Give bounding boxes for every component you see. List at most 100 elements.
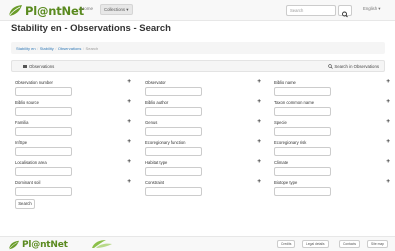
field-observator: Observator + xyxy=(145,78,261,100)
footer-plantnet-logo[interactable]: Pl@ntNet xyxy=(8,239,68,251)
search-icon xyxy=(342,11,348,18)
add-criterion-button[interactable]: + xyxy=(127,138,131,145)
footer-link-contacts[interactable]: Contacts xyxy=(339,240,361,248)
biotope-type-input[interactable] xyxy=(274,187,331,196)
familia-input[interactable] xyxy=(15,127,72,136)
infspe-input[interactable] xyxy=(15,147,72,156)
field-localisation-area: Localisation area + xyxy=(15,158,131,180)
breadcrumb-item-stability[interactable]: Stability xyxy=(40,46,54,51)
field-genus: Genus + xyxy=(145,118,261,140)
footer-link-site-map[interactable]: Site map xyxy=(367,240,389,248)
add-criterion-button[interactable]: + xyxy=(257,178,261,185)
field-label: Biblio source xyxy=(15,100,39,105)
field-label: Familia xyxy=(15,120,29,125)
field-label: Genus xyxy=(145,120,158,125)
header-search-input[interactable]: Search xyxy=(286,5,336,16)
language-dropdown[interactable]: English ▾ xyxy=(363,6,380,12)
taxon-common-name-input[interactable] xyxy=(274,107,331,116)
add-criterion-button[interactable]: + xyxy=(386,178,390,185)
add-criterion-button[interactable]: + xyxy=(386,158,390,165)
search-icon xyxy=(328,64,333,70)
localisation-area-input[interactable] xyxy=(15,167,72,176)
top-navbar: Pl@ntNet Home Collections ▾ Search Engli… xyxy=(0,0,395,21)
add-criterion-button[interactable]: + xyxy=(127,118,131,125)
field-ecoregionary-risk: Ecoregionary risk + xyxy=(274,138,390,160)
field-climate: Climate + xyxy=(274,158,390,180)
breadcrumb-item-search: Search xyxy=(85,45,99,51)
page-title: Stability en - Observations - Search xyxy=(11,23,171,34)
add-criterion-button[interactable]: + xyxy=(386,118,390,125)
add-criterion-button[interactable]: + xyxy=(257,158,261,165)
observator-input[interactable] xyxy=(145,87,202,96)
field-label: InfSpe xyxy=(15,140,28,145)
breadcrumb-item-observations[interactable]: Observations xyxy=(58,46,82,51)
biblio-author-input[interactable] xyxy=(145,107,202,116)
dominant-soil-input[interactable] xyxy=(15,187,72,196)
field-label: Localisation area xyxy=(15,160,47,165)
footer-link-legal-details[interactable]: Legal details xyxy=(302,240,329,248)
add-criterion-button[interactable]: + xyxy=(257,78,261,85)
partner-leaf-logo xyxy=(92,240,112,248)
add-criterion-button[interactable]: + xyxy=(386,98,390,105)
field-ecoregionary-function: Ecoregionary function + xyxy=(145,138,261,160)
logo-text: Pl@ntNet xyxy=(25,3,84,18)
constraint-input[interactable] xyxy=(145,187,202,196)
page-footer: Pl@ntNet Credits Legal details Contacts … xyxy=(0,236,395,251)
ecoregionary-function-input[interactable] xyxy=(145,147,202,156)
field-dominant-soil: Dominant soil + xyxy=(15,178,131,200)
header-search-button[interactable] xyxy=(338,5,352,18)
add-criterion-button[interactable]: + xyxy=(127,78,131,85)
footer-link-credits[interactable]: Credits xyxy=(277,240,296,248)
list-icon xyxy=(23,65,27,69)
field-label: Observation number xyxy=(15,80,53,85)
field-biblio-author: Biblio author + xyxy=(145,98,261,120)
field-label: Constraint xyxy=(145,180,165,185)
tab-search-in-observations[interactable]: Search in Observations xyxy=(328,64,379,70)
habitat-type-input[interactable] xyxy=(145,167,202,176)
field-label: Biblio name xyxy=(274,80,296,85)
nav-home-link[interactable]: Home xyxy=(81,6,93,11)
field-label: Climate xyxy=(274,160,289,165)
add-criterion-button[interactable]: + xyxy=(257,98,261,105)
ecoregionary-risk-input[interactable] xyxy=(274,147,331,156)
tab-observations-label: Observations xyxy=(29,64,55,69)
field-observation-number: Observation number + xyxy=(15,78,131,100)
field-taxon-common-name: Taxon common name + xyxy=(274,98,390,120)
field-label: Habitat type xyxy=(145,160,168,165)
field-label: Ecoregionary risk xyxy=(274,140,307,145)
field-biotope-type: Biotope type + xyxy=(274,178,390,200)
field-infspe: InfSpe + xyxy=(15,138,131,160)
observation-number-input[interactable] xyxy=(15,87,72,96)
field-familia: Familia + xyxy=(15,118,131,140)
field-label: Observator xyxy=(145,80,166,85)
add-criterion-button[interactable]: + xyxy=(386,78,390,85)
field-biblio-name: Biblio name + xyxy=(274,78,390,100)
biblio-name-input[interactable] xyxy=(274,87,331,96)
field-label: Specie xyxy=(274,120,287,125)
leaf-icon xyxy=(8,5,22,17)
field-biblio-source: Biblio source + xyxy=(15,98,131,120)
add-criterion-button[interactable]: + xyxy=(127,158,131,165)
plantnet-logo[interactable]: Pl@ntNet xyxy=(8,3,84,18)
field-label: Taxon common name xyxy=(274,100,315,105)
tab-search-in-observations-label: Search in Observations xyxy=(334,64,379,69)
add-criterion-button[interactable]: + xyxy=(386,138,390,145)
search-button[interactable]: Search xyxy=(15,199,35,209)
genus-input[interactable] xyxy=(145,127,202,136)
field-constraint: Constraint + xyxy=(145,178,261,200)
field-specie: Specie + xyxy=(274,118,390,140)
breadcrumb: Stability en / Stability / Observations / Sear… xyxy=(11,42,385,54)
field-label: Dominant soil xyxy=(15,180,41,185)
add-criterion-button[interactable]: + xyxy=(257,118,261,125)
add-criterion-button[interactable]: + xyxy=(127,98,131,105)
add-criterion-button[interactable]: + xyxy=(127,178,131,185)
add-criterion-button[interactable]: + xyxy=(257,138,261,145)
collections-dropdown[interactable]: Collections ▾ xyxy=(100,4,133,15)
footer-logo-text: Pl@ntNet xyxy=(22,240,68,250)
leaf-icon xyxy=(8,240,19,250)
specie-input[interactable] xyxy=(274,127,331,136)
biblio-source-input[interactable] xyxy=(15,107,72,116)
tab-observations[interactable]: Observations xyxy=(23,64,54,69)
climate-input[interactable] xyxy=(274,167,331,176)
breadcrumb-item-stability-en[interactable]: Stability en xyxy=(16,46,36,51)
